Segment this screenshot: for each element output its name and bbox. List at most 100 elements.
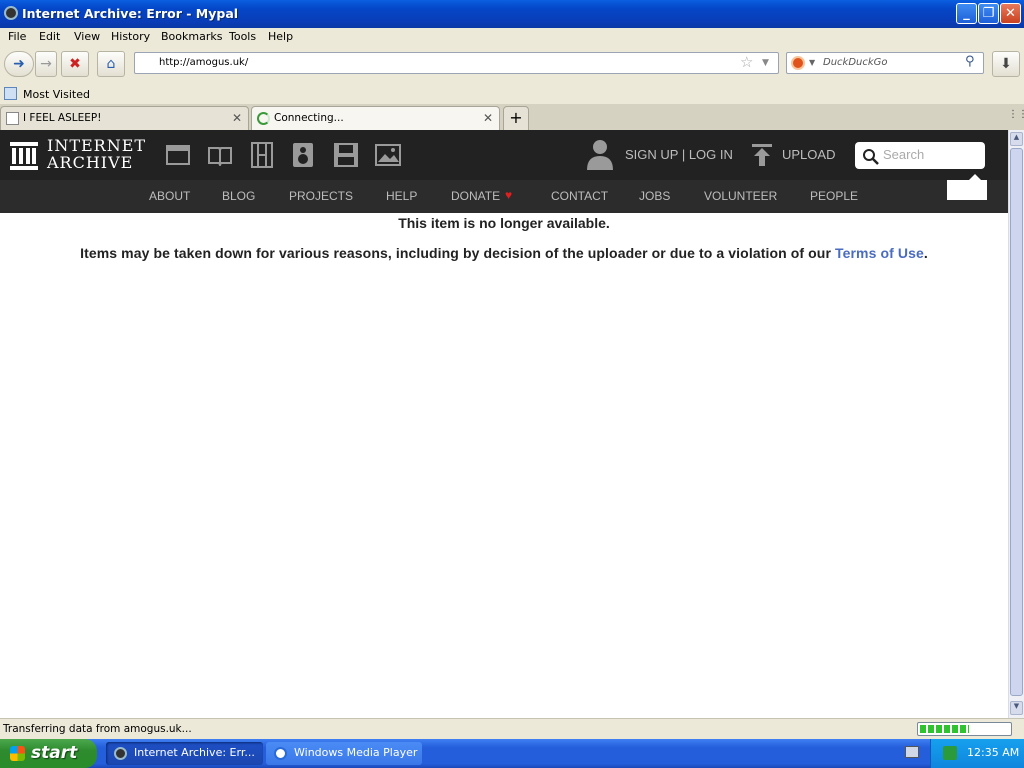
taskbar-item-browser[interactable]: Internet Archive: Err... <box>106 742 263 765</box>
subnav-blog[interactable]: BLOG <box>222 189 255 203</box>
upload-link[interactable]: UPLOAD <box>782 147 835 162</box>
status-text: Transferring data from amogus.uk... <box>3 723 192 735</box>
error-message: Items may be taken down for various reas… <box>0 245 1008 261</box>
texts-book-icon[interactable] <box>207 144 233 166</box>
upload-arrow-icon[interactable] <box>752 144 772 166</box>
ia-logo-line1: INTERNET <box>47 136 147 155</box>
duckduckgo-icon[interactable] <box>791 56 805 70</box>
ia-logo-line2: ARCHIVE <box>47 153 134 172</box>
images-photo-icon[interactable] <box>375 144 401 166</box>
scrollbar-thumb[interactable] <box>1010 148 1023 696</box>
keyboard-tray-icon[interactable] <box>905 746 919 758</box>
signup-login-link[interactable]: SIGN UP | LOG IN <box>625 147 733 162</box>
new-tab-button[interactable]: + <box>503 106 529 130</box>
subnav-contact[interactable]: CONTACT <box>551 189 608 203</box>
most-visited-bookmark[interactable]: Most Visited <box>23 88 90 101</box>
menu-file[interactable]: File <box>8 30 26 43</box>
user-account-icon[interactable] <box>586 138 614 170</box>
search-options-popover[interactable] <box>947 174 987 200</box>
minimize-button[interactable]: _ <box>956 3 977 24</box>
downloads-button[interactable]: ⬇ <box>992 51 1020 77</box>
menu-view[interactable]: View <box>74 30 100 43</box>
bookmark-star-icon[interactable]: ☆ <box>740 52 753 72</box>
scroll-up-icon[interactable]: ▲ <box>1010 132 1023 146</box>
audio-speaker-icon[interactable] <box>292 142 314 168</box>
download-arrow-icon: ⬇ <box>1000 56 1012 72</box>
terms-of-use-link[interactable]: Terms of Use <box>835 245 924 261</box>
progress-bar <box>917 722 1012 736</box>
vertical-scrollbar[interactable]: ▲ ▼ <box>1008 130 1024 718</box>
menu-tools[interactable]: Tools <box>229 30 256 43</box>
tab-connecting[interactable]: Connecting... ✕ <box>251 106 500 130</box>
mypal-taskbar-icon <box>114 747 127 760</box>
home-icon: ⌂ <box>106 56 116 72</box>
stop-button[interactable]: ✖ <box>61 51 89 77</box>
subnav-people[interactable]: PEOPLE <box>810 189 858 203</box>
subnav-jobs[interactable]: JOBS <box>639 189 670 203</box>
tab-close-icon[interactable]: ✕ <box>483 107 493 129</box>
tab-label: Connecting... <box>274 112 344 124</box>
page-content: This item is no longer available. Items … <box>0 213 1008 718</box>
plus-icon: + <box>509 108 523 127</box>
scroll-down-icon[interactable]: ▼ <box>1010 701 1023 715</box>
taskbar-item-label: Windows Media Player <box>294 746 418 759</box>
ia-header: INTERNET ARCHIVE SIGN UP | LOG IN UPLOAD… <box>0 130 1008 180</box>
menu-help[interactable]: Help <box>268 30 293 43</box>
heart-icon: ♥ <box>505 188 513 202</box>
web-icon[interactable] <box>166 144 190 166</box>
forward-arrow-icon: → <box>40 56 52 72</box>
home-button[interactable]: ⌂ <box>97 51 125 77</box>
navigation-toolbar: ➜ → ✖ ⌂ http://amogus.uk/ ☆ ▼ ▼ DuckDuck… <box>0 46 1024 84</box>
maximize-button[interactable]: ❐ <box>978 3 999 24</box>
subnav-about[interactable]: ABOUT <box>149 189 190 203</box>
error-message-text: Items may be taken down for various reas… <box>80 245 835 261</box>
list-all-tabs-icon[interactable]: ⋮⋮ <box>1008 109 1024 120</box>
ia-logo-text[interactable]: INTERNET ARCHIVE <box>47 137 146 171</box>
subnav-projects[interactable]: PROJECTS <box>289 189 353 203</box>
url-text: http://amogus.uk/ <box>159 57 249 68</box>
start-label: start <box>31 743 78 763</box>
engine-dropdown-icon[interactable]: ▼ <box>809 53 815 73</box>
progress-fill <box>920 725 969 733</box>
ia-logo-icon[interactable] <box>10 140 38 170</box>
bookmarks-toolbar: Most Visited <box>0 84 1024 104</box>
windows-flag-icon <box>10 746 25 761</box>
media-player-icon <box>274 747 287 760</box>
subnav-donate[interactable]: DONATE <box>451 189 500 203</box>
menu-history[interactable]: History <box>111 30 150 43</box>
menu-bookmarks[interactable]: Bookmarks <box>161 30 222 43</box>
mypal-app-icon <box>4 6 18 20</box>
forward-button[interactable]: → <box>35 51 57 77</box>
network-tray-icon[interactable] <box>943 746 957 760</box>
menu-edit[interactable]: Edit <box>39 30 60 43</box>
most-visited-icon <box>4 87 17 100</box>
window-titlebar[interactable]: Internet Archive: Error - Mypal _ ❐ ✕ <box>0 0 1024 28</box>
subnav-help[interactable]: HELP <box>386 189 417 203</box>
menu-bar: File Edit View History Bookmarks Tools H… <box>0 28 1024 46</box>
loading-spinner-icon <box>257 112 270 125</box>
subnav-volunteer[interactable]: VOLUNTEER <box>704 189 777 203</box>
software-disk-icon[interactable] <box>333 142 359 168</box>
stop-icon: ✖ <box>69 56 81 72</box>
taskbar-item-media-player[interactable]: Windows Media Player <box>266 742 422 765</box>
search-icon <box>863 149 879 165</box>
search-magnifier-icon[interactable]: ⚲ <box>965 52 975 72</box>
popover-arrow-icon <box>969 174 981 180</box>
video-film-icon[interactable] <box>250 142 274 168</box>
search-engine-box[interactable]: ▼ DuckDuckGo ⚲ <box>786 52 984 74</box>
start-button[interactable]: start <box>0 739 97 768</box>
tab-i-feel-asleep[interactable]: I FEEL ASLEEP! ✕ <box>0 106 249 130</box>
error-message-end: . <box>923 245 928 261</box>
window-title: Internet Archive: Error - Mypal <box>22 6 239 21</box>
error-heading: This item is no longer available. <box>398 215 610 231</box>
ia-subnav: ABOUT BLOG PROJECTS HELP DONATE ♥ CONTAC… <box>0 174 1008 213</box>
clock[interactable]: 12:35 AM <box>967 746 1019 759</box>
close-button[interactable]: ✕ <box>1000 3 1021 24</box>
search-engine-placeholder: DuckDuckGo <box>823 57 888 68</box>
url-dropdown-icon[interactable]: ▼ <box>762 53 769 73</box>
url-bar[interactable]: http://amogus.uk/ ☆ ▼ <box>134 52 779 74</box>
back-button[interactable]: ➜ <box>4 51 34 77</box>
ia-search-input[interactable]: Search <box>855 142 985 169</box>
tab-favicon-icon <box>6 112 19 125</box>
tab-close-icon[interactable]: ✕ <box>232 107 242 129</box>
